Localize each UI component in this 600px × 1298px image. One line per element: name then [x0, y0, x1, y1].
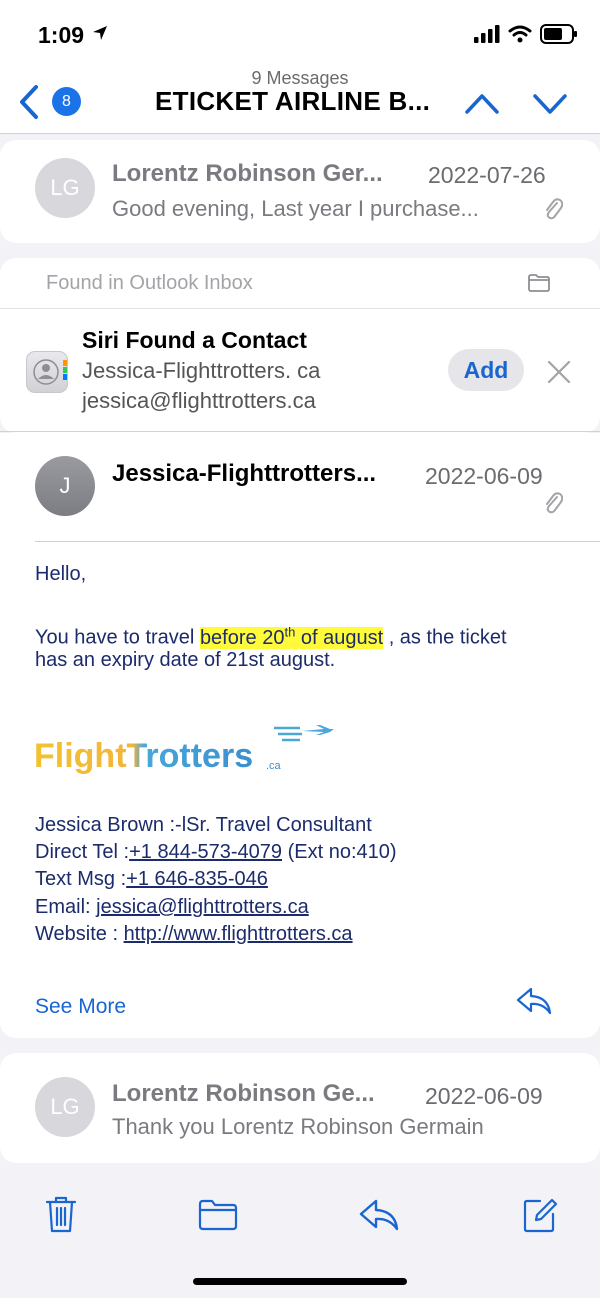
reply-icon[interactable]: [515, 986, 553, 1016]
greeting: Hello,: [35, 563, 87, 585]
contact-email: jessica@flighttrotters.ca: [82, 388, 316, 413]
wifi-icon: [508, 25, 532, 43]
avatar: J: [35, 456, 95, 516]
label: Direct Tel :: [35, 841, 130, 863]
flighttrotters-logo: FlightTrotters .ca: [34, 723, 334, 783]
sms-link[interactable]: +1 646-835-046: [126, 868, 268, 890]
message-collapsed[interactable]: LG Lorentz Robinson Ge... 2022-06-09 Tha…: [0, 1053, 600, 1163]
svg-text:.ca: .ca: [266, 760, 282, 772]
signature-name: Jessica Brown :-lSr. Travel Consultant: [35, 814, 372, 836]
avatar: LG: [35, 158, 95, 218]
next-thread-icon[interactable]: [532, 88, 568, 118]
website-link[interactable]: http://www.flighttrotters.ca: [124, 923, 353, 945]
signature-direct-tel: Direct Tel :+1 844-573-4079 (Ext no:410): [35, 838, 397, 866]
sender-name: Lorentz Robinson Ger...: [112, 160, 383, 187]
siri-title: Siri Found a Contact: [82, 327, 307, 353]
back-chevron-icon[interactable]: [14, 84, 44, 120]
body-line-2: has an expiry date of 21st august.: [35, 649, 336, 671]
move-to-folder-icon[interactable]: [197, 1198, 239, 1232]
label: Website :: [35, 923, 124, 945]
phone-link[interactable]: +1 844-573-4079: [129, 841, 282, 863]
message-date: 2022-07-26: [428, 162, 546, 188]
signature-text-msg: Text Msg :+1 646-835-046: [35, 865, 268, 893]
avatar: LG: [35, 1077, 95, 1137]
contact-name: Jessica-Flighttrotters. ca: [82, 358, 321, 383]
status-bar: 1:09: [0, 0, 600, 70]
found-in-label: Found in Outlook Inbox: [46, 272, 253, 294]
sender-name: Lorentz Robinson Ge...: [112, 1080, 375, 1107]
sender-name[interactable]: Jessica-Flighttrotters...: [112, 460, 417, 488]
ordinal-suffix: th: [284, 624, 296, 639]
email-link[interactable]: jessica@flighttrotters.ca: [96, 896, 309, 918]
previous-thread-icon[interactable]: [464, 88, 500, 118]
extension: (Ext no:410): [282, 841, 397, 863]
location-icon: [92, 25, 108, 46]
attachment-icon: [546, 492, 563, 514]
message-preview: Thank you Lorentz Robinson Germain: [112, 1114, 484, 1139]
label: Text Msg :: [35, 868, 127, 890]
label: Email:: [35, 896, 97, 918]
message-date: 2022-06-09: [425, 1083, 543, 1109]
reply-icon[interactable]: [358, 1198, 400, 1232]
attachment-icon: [546, 198, 563, 220]
close-icon[interactable]: [545, 358, 573, 386]
thread-title: ETICKET AIRLINE B...: [155, 86, 431, 116]
message-date: 2022-06-09: [425, 463, 543, 489]
battery-icon: [540, 24, 577, 44]
contact-icon: [26, 351, 68, 393]
folder-icon[interactable]: [527, 273, 551, 293]
compose-icon[interactable]: [522, 1196, 558, 1234]
see-more-link[interactable]: See More: [35, 995, 126, 1019]
message-expanded: J Jessica-Flighttrotters... 2022-06-09 H…: [0, 433, 600, 1038]
unread-badge[interactable]: 8: [52, 87, 81, 116]
add-contact-button[interactable]: Add: [448, 349, 524, 391]
message-collapsed[interactable]: LG Lorentz Robinson Ger... 2022-07-26 Go…: [0, 140, 600, 243]
cellular-icon: [474, 25, 500, 43]
nav-bar: 8 9 Messages ETICKET AIRLINE B...: [0, 68, 600, 134]
siri-contact-card: Found in Outlook Inbox Siri Found a Cont…: [0, 258, 600, 433]
message-preview: Good evening, Last year I purchase...: [112, 196, 479, 221]
divider: [35, 541, 600, 542]
trash-icon[interactable]: [44, 1194, 78, 1234]
svg-text:FlightTrotters: FlightTrotters: [34, 737, 253, 775]
home-indicator: [193, 1278, 407, 1285]
status-time: 1:09: [38, 22, 85, 48]
divider: [0, 431, 600, 432]
status-icons: [474, 24, 578, 44]
signature-website: Website : http://www.flighttrotters.ca: [35, 920, 353, 948]
body-text: , as the ticket: [383, 626, 507, 649]
signature-email: Email: jessica@flighttrotters.ca: [35, 893, 309, 921]
divider: [0, 308, 600, 309]
